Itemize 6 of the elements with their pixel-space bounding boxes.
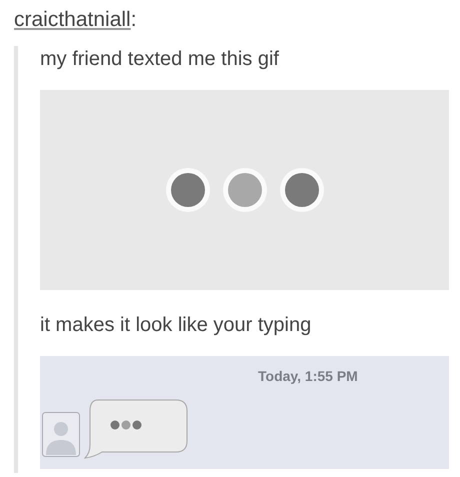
caption-text: my friend texted me this gif xyxy=(40,47,280,72)
username-colon: : xyxy=(130,8,137,31)
typing-bubble-icon xyxy=(84,399,188,459)
message-timestamp: Today, 1:55 PM xyxy=(258,368,358,384)
caption-text: it makes it look like your typing xyxy=(40,313,312,338)
username-link[interactable]: craicthatniall xyxy=(14,8,131,31)
